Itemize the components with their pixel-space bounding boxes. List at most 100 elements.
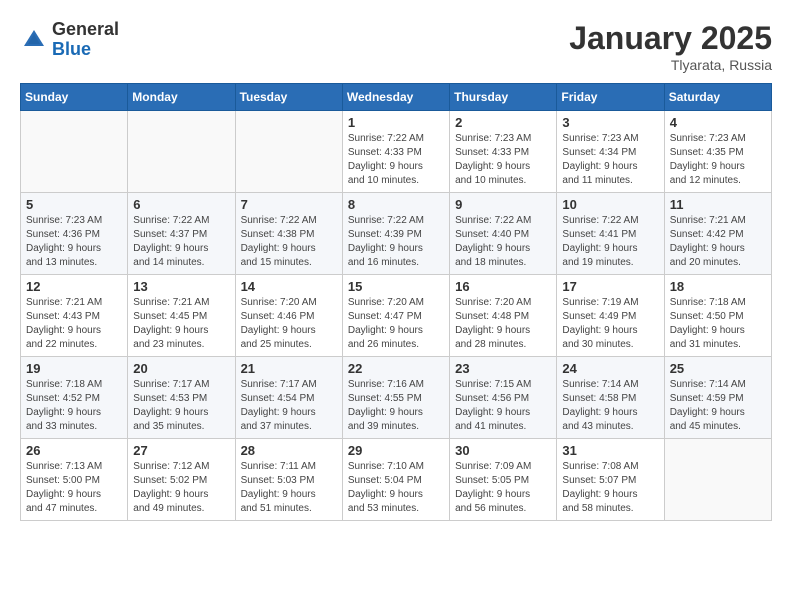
calendar-cell: [664, 439, 771, 521]
logo-general: General: [52, 20, 119, 40]
day-info: Sunrise: 7:09 AMSunset: 5:05 PMDaylight:…: [455, 460, 551, 516]
calendar-cell: 23 Sunrise: 7:15 AMSunset: 4:56 PMDayligh…: [450, 357, 557, 439]
calendar-cell: 5Sunrise: 7:23 AMSunset: 4:36 PMDaylight…: [21, 193, 128, 275]
day-info: Sunrise: 7:22 AMSunset: 4:41 PMDaylight:…: [562, 214, 658, 270]
sub-title: Tlyarata, Russia: [569, 57, 772, 73]
day-info: Sunrise: 7:08 AMSunset: 5:07 PMDaylight:…: [562, 460, 658, 516]
day-info: Sunrise: 7:21 AMSunset: 4:42 PMDaylight:…: [670, 214, 766, 270]
day-number: 1: [348, 115, 444, 130]
day-number: 18: [670, 279, 766, 294]
day-info: Sunrise: 7:20 AMSunset: 4:48 PMDaylight:…: [455, 296, 551, 352]
calendar-cell: 15 Sunrise: 7:20 AMSunset: 4:47 PMDayligh…: [342, 275, 449, 357]
day-info: Sunrise: 7:18 AMSunset: 4:52 PMDaylight:…: [26, 378, 122, 434]
calendar-header: Sunday Monday Tuesday Wednesday Thursday…: [21, 84, 772, 111]
day-number: 20: [133, 361, 229, 376]
header-tuesday: Tuesday: [235, 84, 342, 111]
calendar-cell: 25 Sunrise: 7:14 AMSunset: 4:59 PMDayligh…: [664, 357, 771, 439]
day-number: 28: [241, 443, 337, 458]
day-number: 31: [562, 443, 658, 458]
day-info: Sunrise: 7:14 AMSunset: 4:58 PMDaylight:…: [562, 378, 658, 434]
day-number: 12: [26, 279, 122, 294]
day-number: 10: [562, 197, 658, 212]
main-title: January 2025: [569, 20, 772, 57]
calendar-table: Sunday Monday Tuesday Wednesday Thursday…: [20, 83, 772, 521]
calendar-cell: 14Sunrise: 7:20 AMSunset: 4:46 PMDayligh…: [235, 275, 342, 357]
calendar-cell: 8 Sunrise: 7:22 AMSunset: 4:39 PMDaylight…: [342, 193, 449, 275]
calendar-cell: 22 Sunrise: 7:16 AMSunset: 4:55 PMDayligh…: [342, 357, 449, 439]
calendar-cell: 9Sunrise: 7:22 AMSunset: 4:40 PMDaylight…: [450, 193, 557, 275]
day-info: Sunrise: 7:22 AMSunset: 4:38 PMDaylight:…: [241, 214, 337, 270]
calendar-week-3: 19Sunrise: 7:18 AMSunset: 4:52 PMDayligh…: [21, 357, 772, 439]
day-info: Sunrise: 7:14 AMSunset: 4:59 PMDaylight:…: [670, 378, 766, 434]
day-number: 8: [348, 197, 444, 212]
day-info: Sunrise: 7:18 AMSunset: 4:50 PMDaylight:…: [670, 296, 766, 352]
day-number: 6: [133, 197, 229, 212]
calendar-cell: 2 Sunrise: 7:23 AMSunset: 4:33 PMDaylight…: [450, 111, 557, 193]
day-number: 15: [348, 279, 444, 294]
day-number: 22: [348, 361, 444, 376]
day-number: 27: [133, 443, 229, 458]
day-info: Sunrise: 7:22 AMSunset: 4:39 PMDaylight:…: [348, 214, 444, 270]
day-number: 24: [562, 361, 658, 376]
day-info: Sunrise: 7:21 AMSunset: 4:43 PMDaylight:…: [26, 296, 122, 352]
logo: General Blue: [20, 20, 119, 60]
day-info: Sunrise: 7:23 AMSunset: 4:35 PMDaylight:…: [670, 132, 766, 188]
day-info: Sunrise: 7:17 AMSunset: 4:53 PMDaylight:…: [133, 378, 229, 434]
calendar-cell: 3Sunrise: 7:23 AMSunset: 4:34 PMDaylight…: [557, 111, 664, 193]
day-info: Sunrise: 7:23 AMSunset: 4:33 PMDaylight:…: [455, 132, 551, 188]
day-info: Sunrise: 7:22 AMSunset: 4:40 PMDaylight:…: [455, 214, 551, 270]
day-info: Sunrise: 7:19 AMSunset: 4:49 PMDaylight:…: [562, 296, 658, 352]
day-info: Sunrise: 7:12 AMSunset: 5:02 PMDaylight:…: [133, 460, 229, 516]
calendar-week-4: 26Sunrise: 7:13 AMSunset: 5:00 PMDayligh…: [21, 439, 772, 521]
day-number: 17: [562, 279, 658, 294]
calendar-cell: 31 Sunrise: 7:08 AMSunset: 5:07 PMDayligh…: [557, 439, 664, 521]
header-monday: Monday: [128, 84, 235, 111]
calendar-cell: [128, 111, 235, 193]
calendar-cell: 26Sunrise: 7:13 AMSunset: 5:00 PMDayligh…: [21, 439, 128, 521]
day-number: 11: [670, 197, 766, 212]
title-block: January 2025 Tlyarata, Russia: [569, 20, 772, 73]
day-number: 4: [670, 115, 766, 130]
day-number: 7: [241, 197, 337, 212]
calendar-cell: 29Sunrise: 7:10 AMSunset: 5:04 PMDayligh…: [342, 439, 449, 521]
calendar-cell: [235, 111, 342, 193]
day-number: 26: [26, 443, 122, 458]
header-saturday: Saturday: [664, 84, 771, 111]
header-thursday: Thursday: [450, 84, 557, 111]
logo-blue: Blue: [52, 40, 119, 60]
header-sunday: Sunday: [21, 84, 128, 111]
calendar-week-1: 5Sunrise: 7:23 AMSunset: 4:36 PMDaylight…: [21, 193, 772, 275]
calendar-cell: 21Sunrise: 7:17 AMSunset: 4:54 PMDayligh…: [235, 357, 342, 439]
day-info: Sunrise: 7:23 AMSunset: 4:36 PMDaylight:…: [26, 214, 122, 270]
day-info: Sunrise: 7:20 AMSunset: 4:47 PMDaylight:…: [348, 296, 444, 352]
calendar-cell: 13 Sunrise: 7:21 AMSunset: 4:45 PMDayligh…: [128, 275, 235, 357]
calendar-cell: 17 Sunrise: 7:19 AMSunset: 4:49 PMDayligh…: [557, 275, 664, 357]
logo-text: General Blue: [52, 20, 119, 60]
day-number: 23: [455, 361, 551, 376]
calendar-cell: 24 Sunrise: 7:14 AMSunset: 4:58 PMDayligh…: [557, 357, 664, 439]
day-info: Sunrise: 7:11 AMSunset: 5:03 PMDaylight:…: [241, 460, 337, 516]
day-info: Sunrise: 7:15 AMSunset: 4:56 PMDaylight:…: [455, 378, 551, 434]
calendar-cell: 1Sunrise: 7:22 AMSunset: 4:33 PMDaylight…: [342, 111, 449, 193]
day-number: 30: [455, 443, 551, 458]
calendar-body: 1Sunrise: 7:22 AMSunset: 4:33 PMDaylight…: [21, 111, 772, 521]
header-wednesday: Wednesday: [342, 84, 449, 111]
day-info: Sunrise: 7:21 AMSunset: 4:45 PMDaylight:…: [133, 296, 229, 352]
day-info: Sunrise: 7:22 AMSunset: 4:37 PMDaylight:…: [133, 214, 229, 270]
day-info: Sunrise: 7:17 AMSunset: 4:54 PMDaylight:…: [241, 378, 337, 434]
header-row: Sunday Monday Tuesday Wednesday Thursday…: [21, 84, 772, 111]
day-number: 16: [455, 279, 551, 294]
calendar-cell: 4 Sunrise: 7:23 AMSunset: 4:35 PMDaylight…: [664, 111, 771, 193]
header-friday: Friday: [557, 84, 664, 111]
day-number: 2: [455, 115, 551, 130]
day-number: 3: [562, 115, 658, 130]
day-number: 14: [241, 279, 337, 294]
calendar-cell: 18 Sunrise: 7:18 AMSunset: 4:50 PMDayligh…: [664, 275, 771, 357]
day-number: 13: [133, 279, 229, 294]
calendar-cell: 16 Sunrise: 7:20 AMSunset: 4:48 PMDayligh…: [450, 275, 557, 357]
calendar-cell: 19Sunrise: 7:18 AMSunset: 4:52 PMDayligh…: [21, 357, 128, 439]
calendar-cell: 20 Sunrise: 7:17 AMSunset: 4:53 PMDayligh…: [128, 357, 235, 439]
day-info: Sunrise: 7:16 AMSunset: 4:55 PMDaylight:…: [348, 378, 444, 434]
day-number: 25: [670, 361, 766, 376]
calendar-cell: 28 Sunrise: 7:11 AMSunset: 5:03 PMDayligh…: [235, 439, 342, 521]
